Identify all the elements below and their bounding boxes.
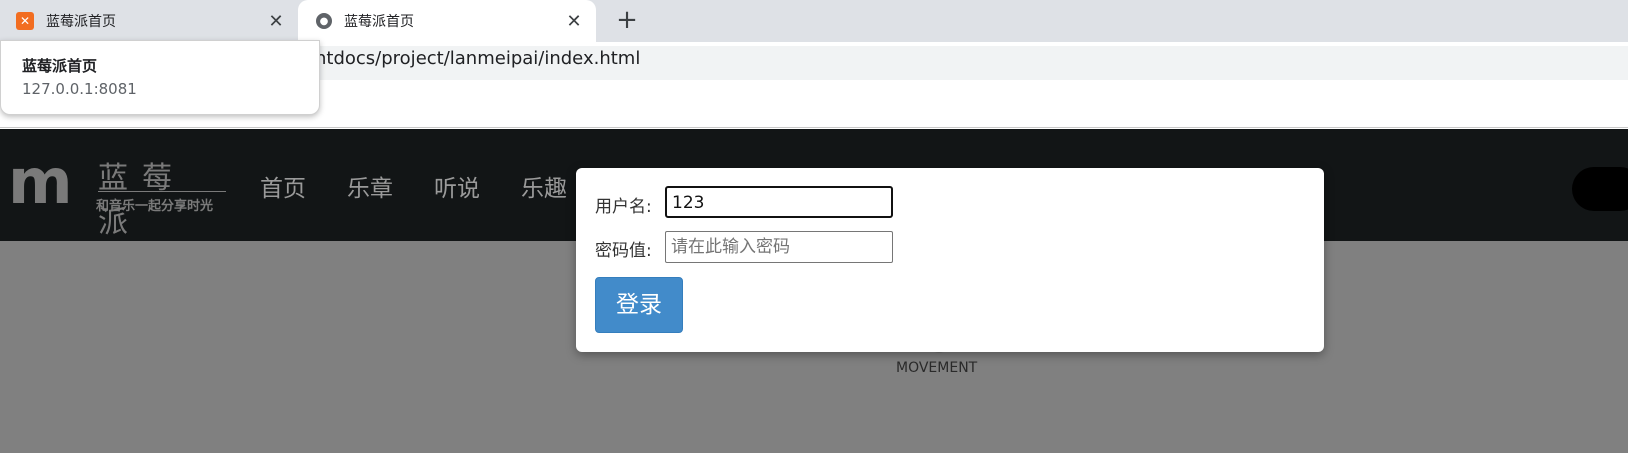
xampp-icon: ✕ xyxy=(16,12,34,30)
login-button[interactable]: 登录 xyxy=(595,277,683,333)
tab-hover-card: 蓝莓派首页 127.0.0.1:8081 xyxy=(0,40,320,115)
nav-item-home[interactable]: 首页 xyxy=(260,169,347,203)
globe-icon: ● xyxy=(316,13,332,29)
new-tab-button[interactable]: + xyxy=(612,6,642,36)
header-action-pill[interactable] xyxy=(1572,167,1628,211)
logo-slogan: 和音乐一起分享时光 xyxy=(96,199,214,214)
hover-card-url: 127.0.0.1:8081 xyxy=(22,80,137,98)
nav-item-movement[interactable]: 乐章 xyxy=(347,169,434,203)
close-tab-icon[interactable]: ✕ xyxy=(564,11,584,32)
tab-lanmeipai-1[interactable]: ✕ 蓝莓派首页 ✕ xyxy=(0,0,298,42)
site-nav: 首页 乐章 听说 乐趣 xyxy=(260,169,608,203)
username-label: 用户名: xyxy=(595,197,652,217)
password-label: 密码值: xyxy=(595,241,652,261)
tab-lanmeipai-2[interactable]: ● 蓝莓派首页 ✕ xyxy=(298,0,596,42)
hover-card-title: 蓝莓派首页 xyxy=(22,57,98,75)
username-input[interactable]: 123 xyxy=(665,186,893,218)
close-tab-icon[interactable]: ✕ xyxy=(266,11,286,32)
logo-mark-icon: m xyxy=(8,145,73,218)
logo-divider xyxy=(98,191,226,192)
login-modal: 用户名: 123 密码值: 请在此输入密码 登录 xyxy=(576,168,1324,352)
nav-item-listen[interactable]: 听说 xyxy=(434,169,521,203)
browser-window: ✕ 蓝莓派首页 ✕ ● 蓝莓派首页 ✕ + htdocs/project/lan… xyxy=(0,0,1628,453)
tab-strip: ✕ 蓝莓派首页 ✕ ● 蓝莓派首页 ✕ + xyxy=(0,0,1628,42)
password-input[interactable]: 请在此输入密码 xyxy=(665,231,893,263)
site-logo[interactable]: m 蓝莓派 和音乐一起分享时光 xyxy=(8,145,228,240)
tab-title: 蓝莓派首页 xyxy=(344,14,414,30)
tab-title: 蓝莓派首页 xyxy=(46,14,116,30)
address-bar-url[interactable]: htdocs/project/lanmeipai/index.html xyxy=(315,48,640,69)
section-label: MOVEMENT xyxy=(896,360,978,376)
